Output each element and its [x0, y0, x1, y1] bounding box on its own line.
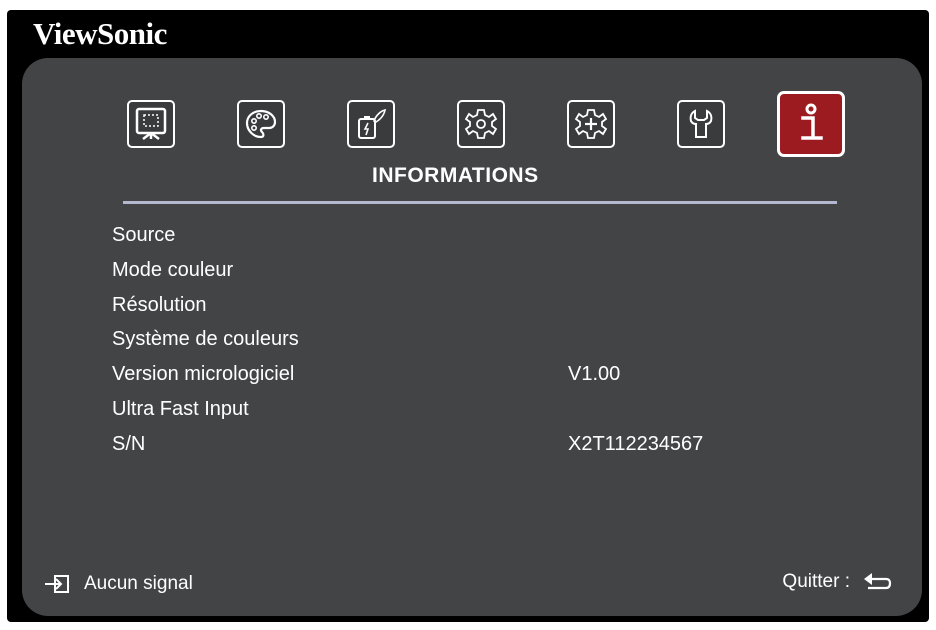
wrench-icon [689, 109, 713, 138]
row-label: Source [112, 224, 176, 246]
tab-picture[interactable] [237, 100, 285, 148]
advanced-settings-icon [574, 109, 608, 139]
row-value: V1.00 [568, 363, 621, 386]
brand-logo: ViewSonic [33, 16, 167, 51]
tab-management[interactable] [677, 100, 725, 148]
tab-display[interactable] [127, 100, 175, 148]
row-label: S/N [112, 432, 146, 455]
power-settings-icon [358, 108, 387, 139]
info-icon [801, 103, 823, 140]
tab-basic[interactable] [457, 100, 505, 148]
tab-advanced[interactable] [567, 100, 615, 148]
row-label: Version micrologiciel [112, 363, 295, 386]
osd-window: ViewSonic INFORMATIONS Source Mode coule… [7, 10, 929, 622]
tab-bar [22, 58, 922, 178]
signal-status: Aucun signal [44, 570, 193, 598]
title-divider [123, 201, 837, 204]
signal-text: Aucun signal [84, 573, 193, 594]
row-label: Ultra Fast Input [112, 397, 249, 420]
quit-label: Quitter : [782, 571, 850, 592]
info-row-color-mode[interactable]: Mode couleur [112, 253, 872, 288]
tab-information[interactable] [777, 91, 845, 157]
quit-hint[interactable]: Quitter : [782, 568, 892, 596]
return-arrow-icon [864, 573, 892, 590]
row-value: X2T112234567 [568, 432, 704, 455]
info-row-ultra-fast-input[interactable]: Ultra Fast Input [112, 392, 872, 427]
row-label: Résolution [112, 293, 207, 316]
info-row-firmware[interactable]: Version micrologiciel V1.00 [112, 357, 872, 392]
menu-panel: INFORMATIONS Source Mode couleur Résolut… [22, 58, 922, 616]
palette-icon [245, 109, 277, 139]
basic-settings-icon [464, 109, 498, 139]
input-source-icon [45, 575, 69, 593]
info-list: Source Mode couleur Résolution Système d… [112, 218, 872, 462]
info-row-source[interactable]: Source [112, 218, 872, 253]
menu-title: INFORMATIONS [372, 164, 539, 187]
tab-power[interactable] [347, 100, 395, 148]
info-row-color-system[interactable]: Système de couleurs [112, 322, 872, 357]
display-icon [135, 107, 167, 140]
row-label: Système de couleurs [112, 328, 299, 351]
info-row-serial-number[interactable]: S/N X2T112234567 [112, 427, 872, 462]
row-label: Mode couleur [112, 258, 234, 281]
info-row-resolution[interactable]: Résolution [112, 288, 872, 323]
